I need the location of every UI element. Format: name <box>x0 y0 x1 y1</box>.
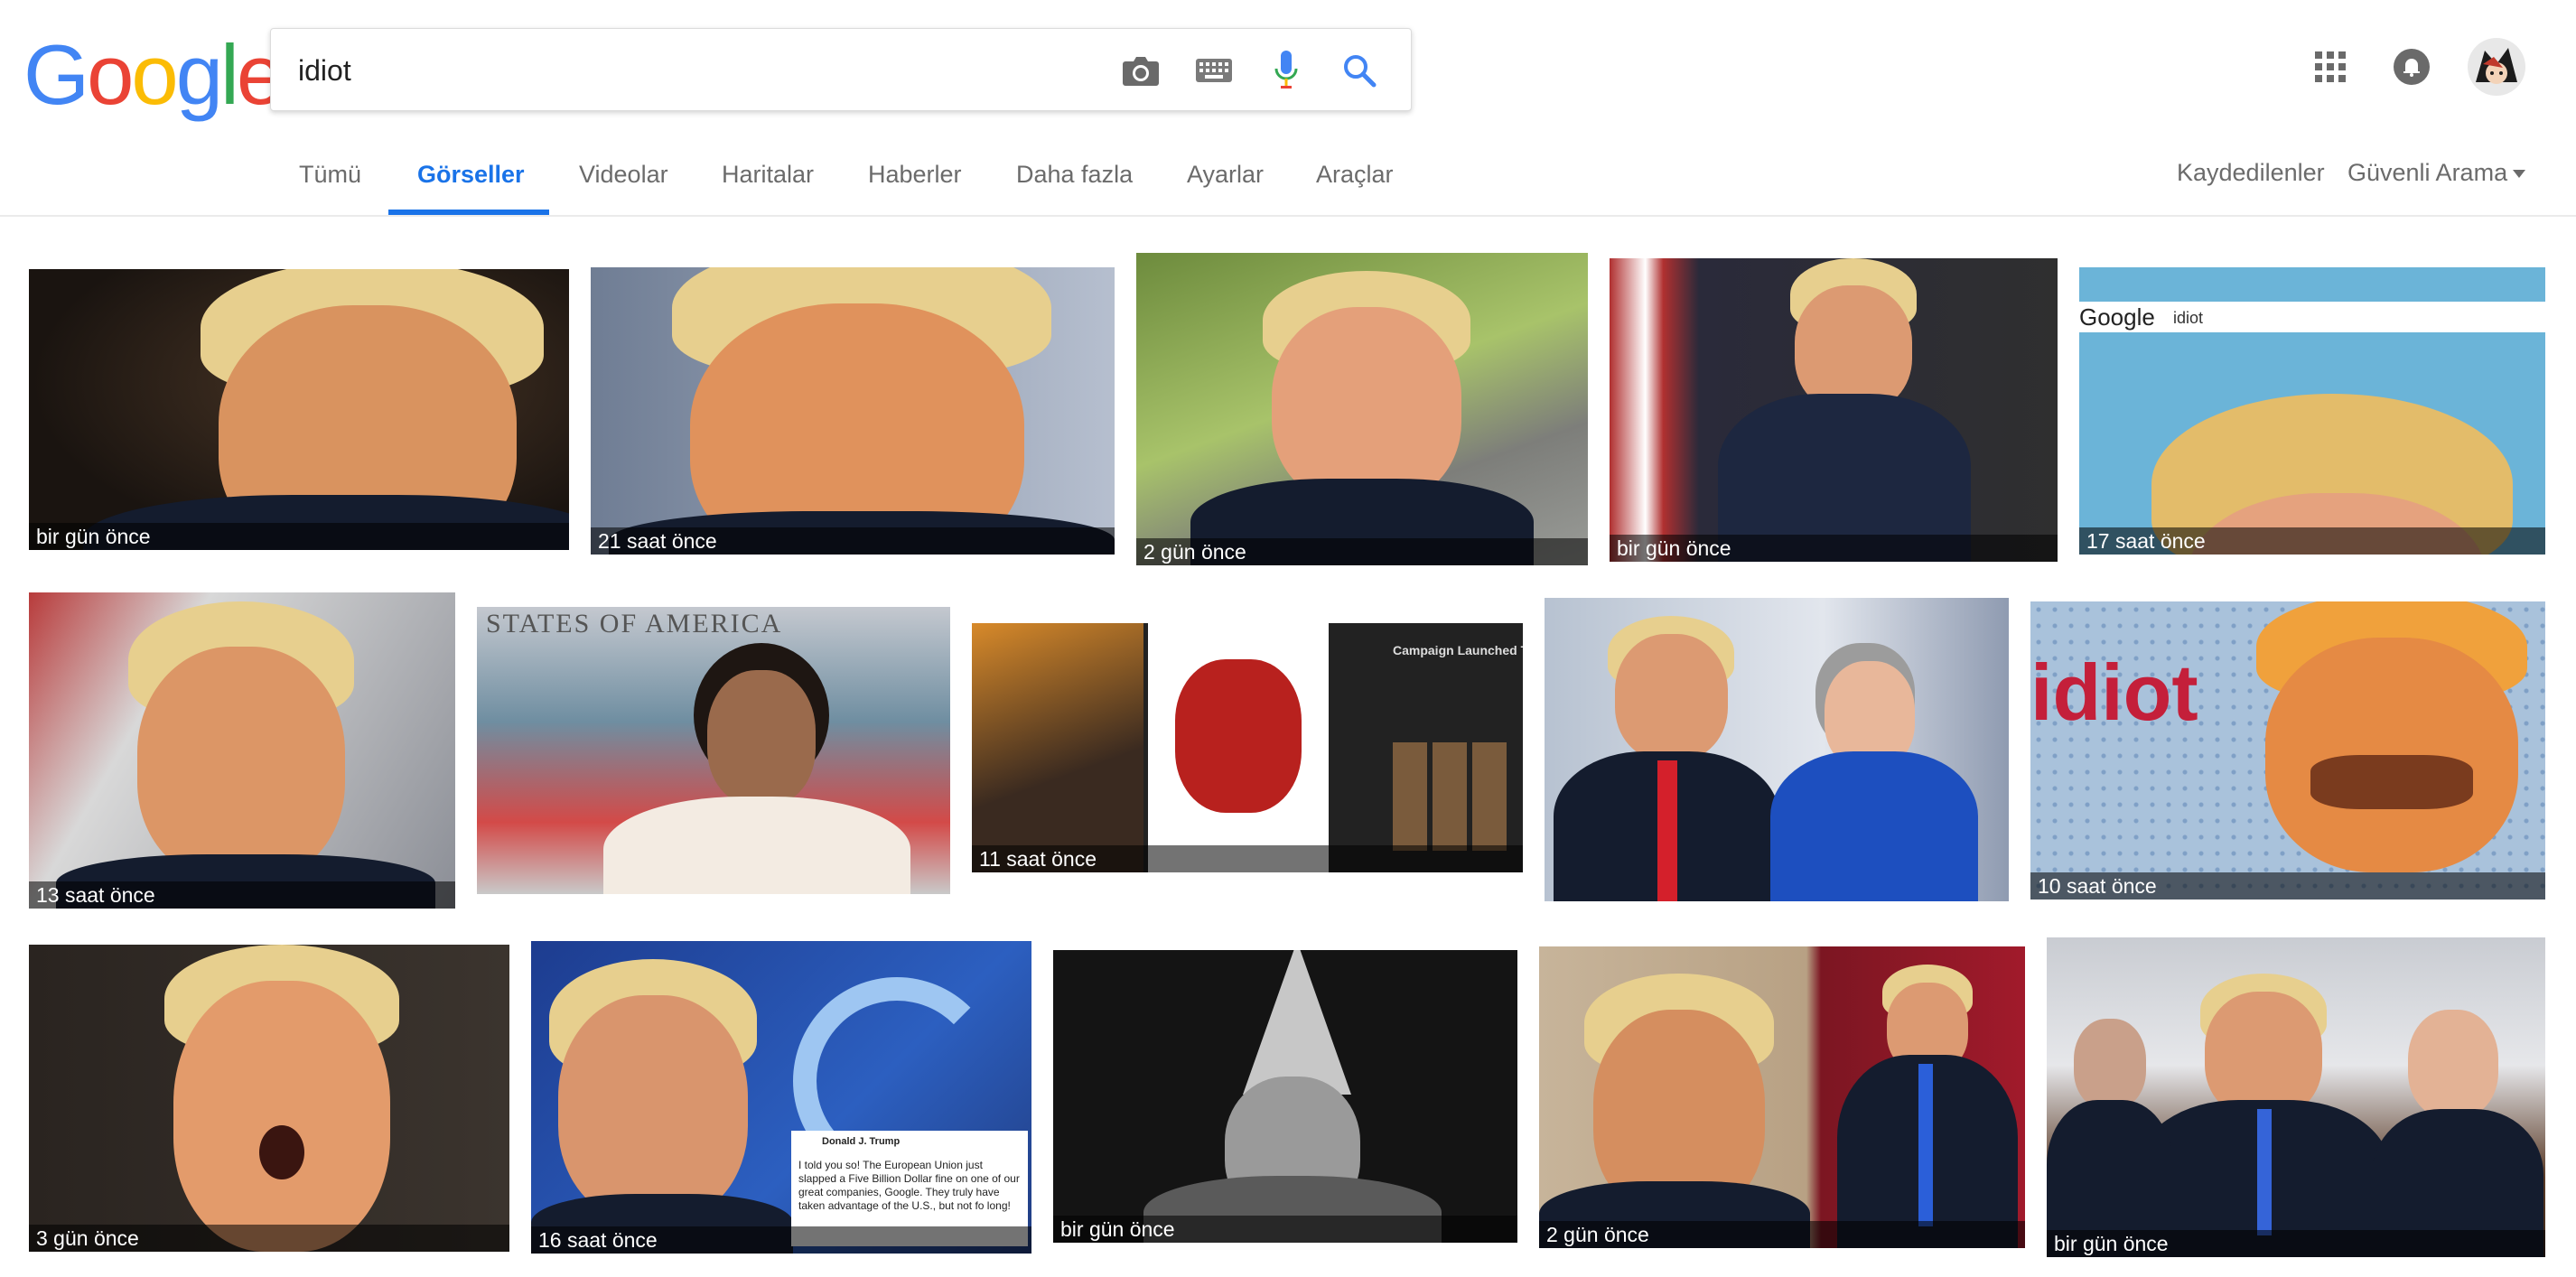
result-age: bir gün önce <box>2047 1230 2545 1257</box>
result-age: 3 gün önce <box>29 1225 509 1252</box>
tab-settings[interactable]: Ayarlar <box>1187 161 1264 189</box>
overlay-text: idiot <box>2030 648 2198 737</box>
result-photo: Google idiot <box>2079 267 2545 555</box>
result-photo: Donald J. Trump I told you so! The Europ… <box>531 941 1031 1254</box>
result-age: bir gün önce <box>1053 1216 1517 1243</box>
image-result[interactable] <box>1545 598 2009 901</box>
active-tab-indicator <box>388 210 549 215</box>
image-result[interactable]: Donald J. Trump I told you so! The Europ… <box>531 941 1031 1254</box>
account-avatar[interactable] <box>2466 36 2527 98</box>
image-result[interactable]: idiot 10 saat önce <box>2030 601 2545 899</box>
keyboard-icon[interactable] <box>1192 49 1236 92</box>
search-box <box>270 28 1412 111</box>
image-result[interactable]: bir gün önce <box>1053 950 1517 1243</box>
result-age: 13 saat önce <box>29 881 455 909</box>
overlay-query: idiot <box>2173 309 2204 327</box>
logo-letter: o <box>131 27 178 122</box>
saved-link[interactable]: Kaydedilenler <box>2177 159 2325 187</box>
logo-letter: g <box>175 27 223 122</box>
result-photo: Campaign Launched To G <box>972 623 1523 872</box>
image-result[interactable]: 2 gün önce <box>1539 946 2025 1248</box>
result-photo <box>29 945 509 1252</box>
result-photo <box>2047 937 2545 1257</box>
result-age: 11 saat önce <box>972 845 1523 872</box>
tab-news[interactable]: Haberler <box>868 161 962 189</box>
tab-more[interactable]: Daha fazla <box>1016 161 1133 189</box>
notifications-bell-icon[interactable] <box>2385 40 2439 94</box>
result-photo <box>591 267 1115 555</box>
result-age: 2 gün önce <box>1136 538 1588 565</box>
result-photo <box>29 269 569 550</box>
search-input[interactable] <box>298 45 1093 96</box>
result-age: 21 saat önce <box>591 527 1115 555</box>
image-result[interactable]: bir gün önce <box>2047 937 2545 1257</box>
image-result[interactable]: 13 saat önce <box>29 592 455 909</box>
image-result[interactable]: 3 gün önce <box>29 945 509 1252</box>
tweet-text: I told you so! The European Union just s… <box>798 1159 1020 1212</box>
google-logo[interactable]: Google <box>23 27 284 122</box>
header: Google idiot Tümü Görseller Videolar Har… <box>0 0 2576 217</box>
result-age: 16 saat önce <box>531 1226 1031 1254</box>
chevron-down-icon <box>2513 170 2526 179</box>
logo-letter: G <box>23 27 89 122</box>
tab-videos[interactable]: Videolar <box>579 161 668 189</box>
overlay-headline: Campaign Launched To G <box>1393 643 1523 657</box>
camera-icon[interactable] <box>1119 49 1162 92</box>
result-age: bir gün önce <box>29 523 569 550</box>
image-result[interactable]: bir gün önce <box>29 269 569 550</box>
result-photo <box>1610 258 2058 562</box>
result-age: 10 saat önce <box>2030 872 2545 899</box>
tab-maps[interactable]: Haritalar <box>722 161 814 189</box>
image-result[interactable]: Google idiot 17 saat önce <box>2079 267 2545 555</box>
image-result[interactable]: 21 saat önce <box>591 267 1115 555</box>
overlay-logo: Google <box>2079 303 2155 331</box>
search-icon[interactable] <box>1338 49 1381 92</box>
result-photo <box>1053 950 1517 1243</box>
apps-grid-icon[interactable] <box>2303 40 2357 94</box>
image-result[interactable]: Campaign Launched To G 11 saat önce <box>972 623 1523 872</box>
image-result[interactable]: 2 gün önce <box>1136 253 1588 565</box>
image-result[interactable]: bir gün önce <box>1610 258 2058 562</box>
overlay-text: STATES OF AMERICA <box>486 609 783 638</box>
logo-letter: o <box>87 27 134 122</box>
result-age: 17 saat önce <box>2079 527 2545 555</box>
microphone-icon[interactable] <box>1265 49 1308 92</box>
tab-all[interactable]: Tümü <box>299 161 361 189</box>
search-tabs: Tümü Görseller Videolar Haritalar Haberl… <box>0 154 2576 217</box>
tab-images[interactable]: Görseller <box>417 161 525 189</box>
result-photo <box>1136 253 1588 565</box>
image-result[interactable]: STATES OF AMERICA <box>477 607 950 894</box>
safe-search-dropdown[interactable]: Güvenli Arama <box>2347 159 2526 187</box>
tweet-author: Donald J. Trump <box>822 1136 901 1147</box>
result-photo <box>1539 946 2025 1248</box>
tab-tools[interactable]: Araçlar <box>1316 161 1394 189</box>
result-photo: idiot <box>2030 601 2545 899</box>
safe-search-label: Güvenli Arama <box>2347 159 2508 186</box>
result-age: bir gün önce <box>1610 535 2058 562</box>
result-photo <box>1545 598 2009 901</box>
result-age: 2 gün önce <box>1539 1221 2025 1248</box>
logo-letter: l <box>219 27 239 122</box>
result-photo: STATES OF AMERICA <box>477 607 950 894</box>
result-photo <box>29 592 455 909</box>
